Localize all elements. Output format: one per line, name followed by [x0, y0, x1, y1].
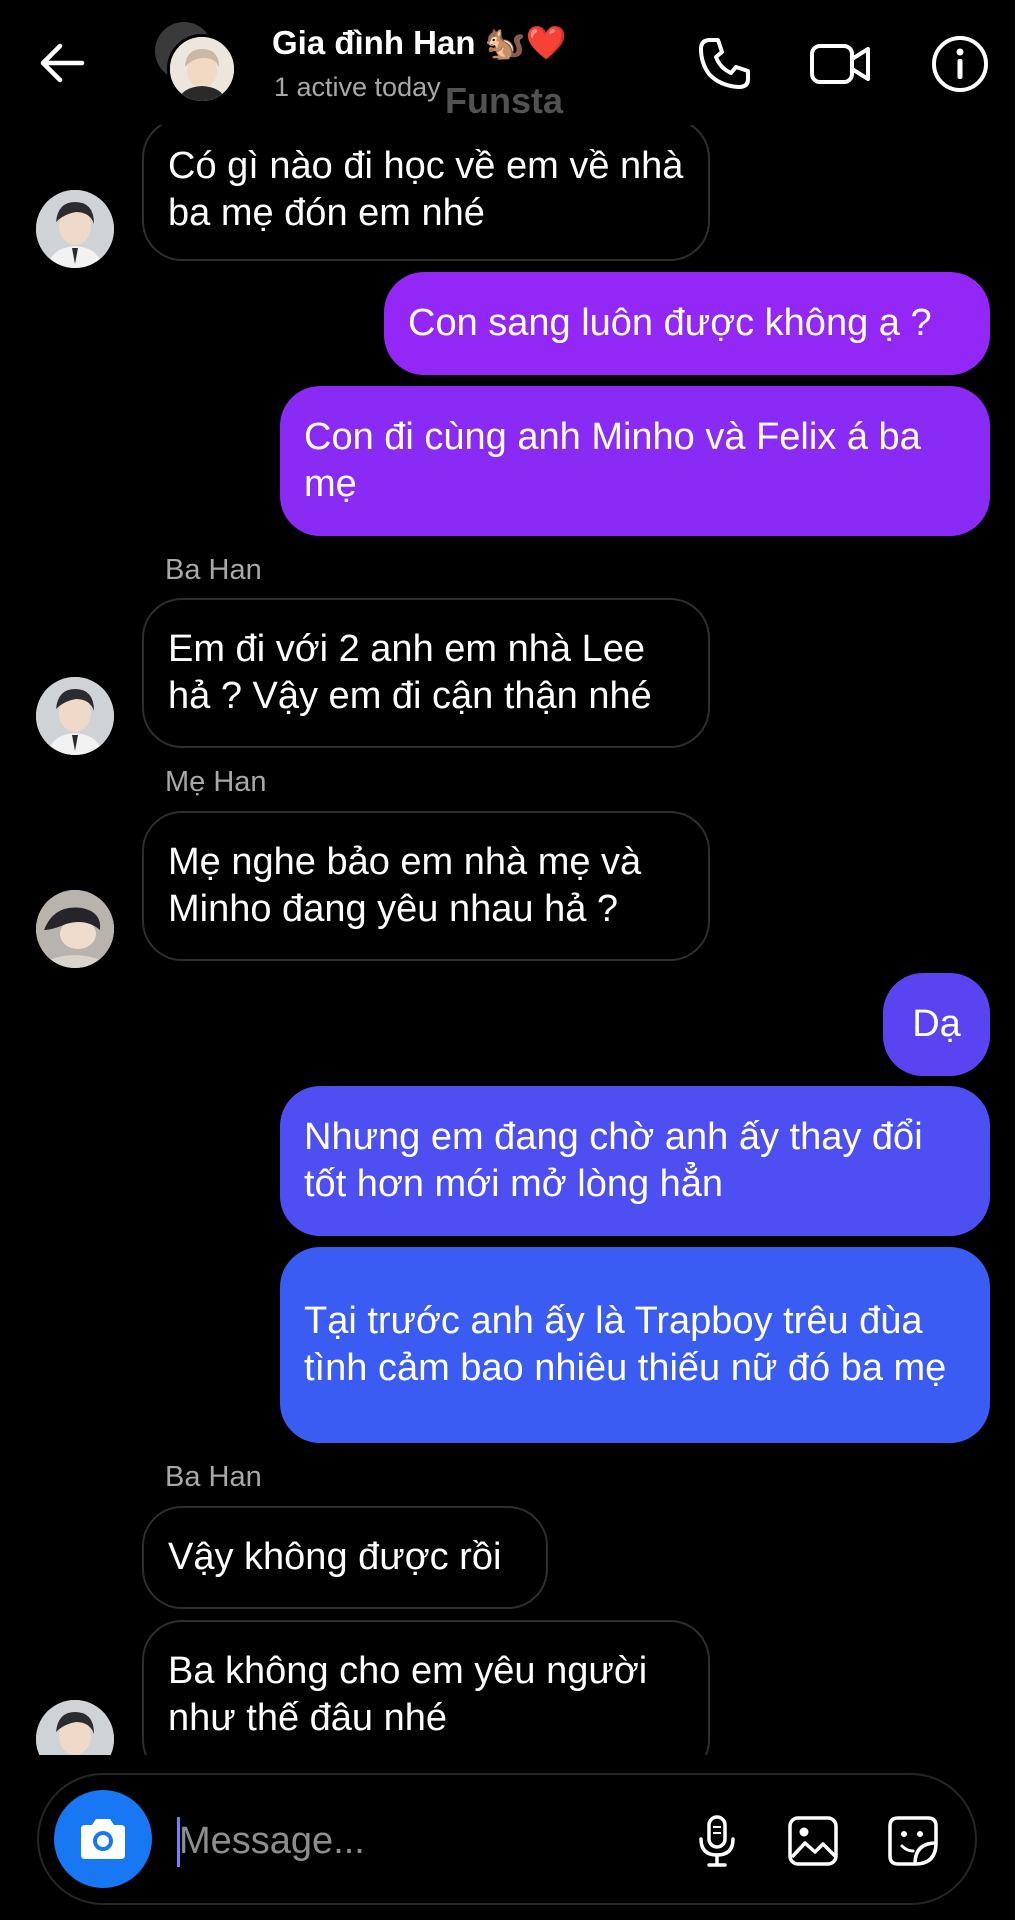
incoming-message[interactable]: Vậy không được rồi — [142, 1506, 548, 1609]
message-thread[interactable]: Có gì nào đi học về em về nhà ba mẹ đón … — [0, 0, 1015, 1755]
outgoing-message[interactable]: Nhưng em đang chờ anh ấy thay đổi tốt hơ… — [280, 1086, 990, 1236]
message-text: Dạ — [912, 1003, 961, 1045]
camera-button[interactable] — [54, 1790, 152, 1888]
message-text: Vậy không được rồi — [168, 1536, 502, 1578]
outgoing-message[interactable]: Dạ — [883, 973, 990, 1076]
chat-title[interactable]: Gia đình Han 🐿️❤️ — [272, 24, 567, 63]
call-button[interactable] — [692, 32, 756, 96]
message-text: Ba không cho em yêu người như thế đâu nh… — [168, 1650, 648, 1739]
avatar[interactable] — [36, 677, 114, 755]
incoming-message[interactable]: Em đi với 2 anh em nhà Lee hả ? Vậy em đ… — [142, 598, 710, 748]
chat-header: Gia đình Han 🐿️❤️ 1 active today Funsta — [0, 0, 1015, 125]
message-text: Có gì nào đi học về em về nhà ba mẹ đón … — [168, 144, 684, 234]
message-text: Mẹ nghe bảo em nhà mẹ và Minho đang yêu … — [168, 841, 642, 930]
sticker-button[interactable] — [885, 1813, 941, 1869]
outgoing-message[interactable]: Con đi cùng anh Minho và Felix á ba mẹ — [280, 386, 990, 536]
message-text: Tại trước anh ấy là Trapboy trêu đùa tìn… — [304, 1300, 947, 1389]
group-avatar[interactable] — [155, 22, 240, 104]
message-text: Con đi cùng anh Minho và Felix á ba mẹ — [304, 416, 921, 505]
avatar[interactable] — [36, 1700, 114, 1755]
video-camera-icon — [810, 44, 870, 84]
arrow-left-icon — [40, 43, 85, 83]
watermark: Funsta — [445, 80, 564, 121]
avatar[interactable] — [36, 890, 114, 968]
info-button[interactable] — [928, 32, 992, 96]
sender-name: Ba Han — [165, 1461, 262, 1493]
message-text: Con sang luôn được không ạ ? — [408, 302, 932, 344]
video-call-button[interactable] — [808, 32, 872, 96]
outgoing-message[interactable]: Tại trước anh ấy là Trapboy trêu đùa tìn… — [280, 1247, 990, 1443]
sender-name: Mẹ Han — [165, 766, 267, 798]
sender-name: Ba Han — [165, 554, 262, 586]
outgoing-message[interactable]: Con sang luôn được không ạ ? — [384, 272, 990, 375]
image-icon — [788, 1816, 838, 1866]
gallery-button[interactable] — [785, 1813, 841, 1869]
member-avatar — [167, 34, 237, 104]
message-text: Em đi với 2 anh em nhà Lee hả ? Vậy em đ… — [168, 628, 652, 717]
back-button[interactable] — [36, 38, 86, 88]
active-status: 1 active today — [274, 72, 441, 102]
message-input[interactable] — [179, 1805, 559, 1877]
message-text: Nhưng em đang chờ anh ấy thay đổi tốt hơ… — [304, 1116, 923, 1205]
incoming-message[interactable]: Có gì nào đi học về em về nhà ba mẹ đón … — [142, 118, 710, 261]
voice-message-button[interactable] — [689, 1813, 745, 1869]
incoming-message[interactable]: Ba không cho em yêu người như thế đâu nh… — [142, 1620, 710, 1755]
sticker-icon — [888, 1816, 938, 1866]
info-icon — [932, 36, 988, 92]
incoming-message[interactable]: Mẹ nghe bảo em nhà mẹ và Minho đang yêu … — [142, 811, 710, 961]
camera-icon — [81, 1819, 125, 1859]
phone-icon — [699, 38, 750, 89]
avatar[interactable] — [36, 190, 114, 268]
microphone-icon — [699, 1815, 735, 1867]
message-composer — [37, 1773, 977, 1905]
